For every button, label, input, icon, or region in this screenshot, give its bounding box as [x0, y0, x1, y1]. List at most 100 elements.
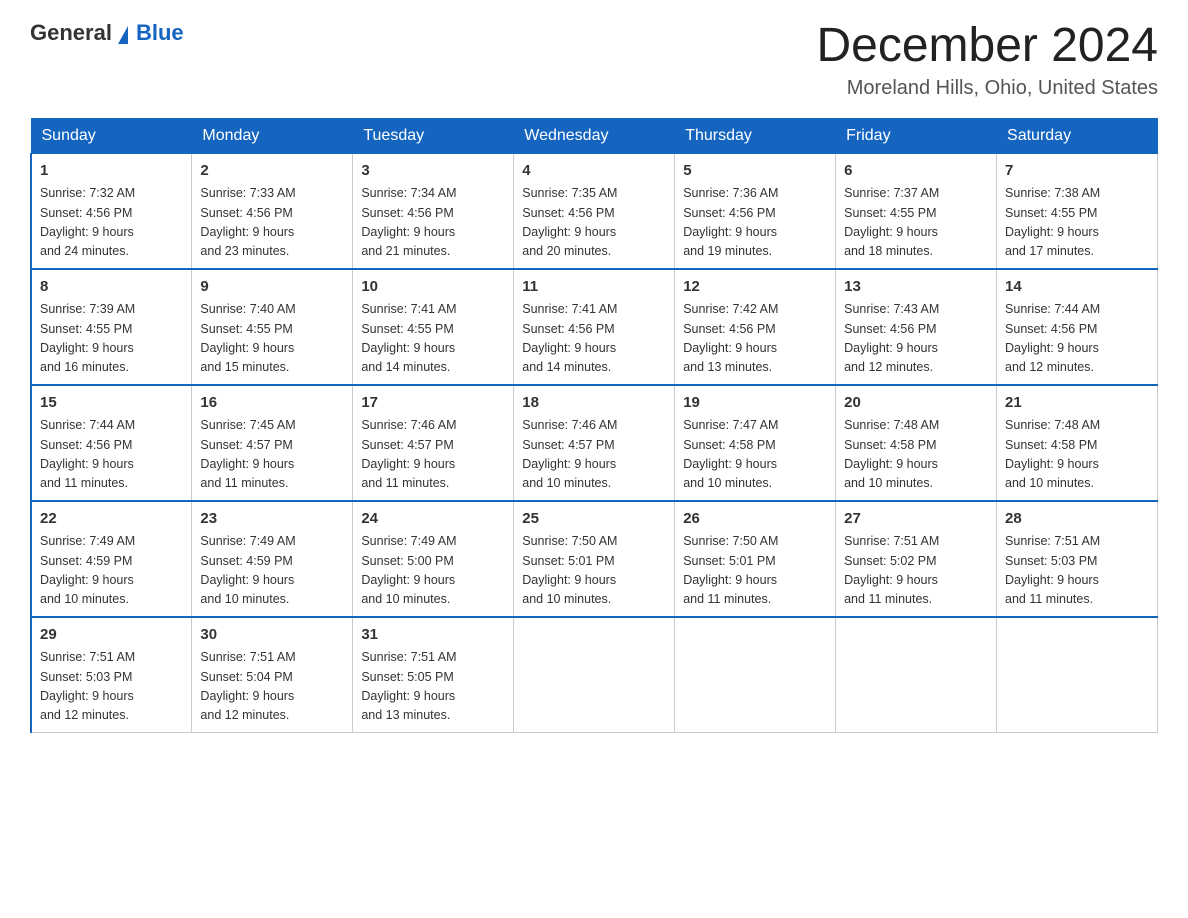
day-number: 31	[361, 624, 505, 647]
day-info: Sunrise: 7:46 AMSunset: 4:57 PMDaylight:…	[361, 416, 505, 494]
day-cell: 8Sunrise: 7:39 AMSunset: 4:55 PMDaylight…	[31, 269, 192, 385]
day-number: 27	[844, 508, 988, 531]
day-cell: 28Sunrise: 7:51 AMSunset: 5:03 PMDayligh…	[997, 501, 1158, 617]
day-info: Sunrise: 7:38 AMSunset: 4:55 PMDaylight:…	[1005, 184, 1149, 262]
day-number: 2	[200, 160, 344, 183]
day-number: 30	[200, 624, 344, 647]
day-number: 22	[40, 508, 183, 531]
day-cell: 31Sunrise: 7:51 AMSunset: 5:05 PMDayligh…	[353, 617, 514, 733]
day-number: 28	[1005, 508, 1149, 531]
day-cell: 17Sunrise: 7:46 AMSunset: 4:57 PMDayligh…	[353, 385, 514, 501]
day-cell	[514, 617, 675, 733]
day-cell	[836, 617, 997, 733]
day-cell: 12Sunrise: 7:42 AMSunset: 4:56 PMDayligh…	[675, 269, 836, 385]
day-number: 8	[40, 276, 183, 299]
day-info: Sunrise: 7:49 AMSunset: 4:59 PMDaylight:…	[200, 532, 344, 610]
day-info: Sunrise: 7:48 AMSunset: 4:58 PMDaylight:…	[844, 416, 988, 494]
day-number: 4	[522, 160, 666, 183]
header-tuesday: Tuesday	[353, 118, 514, 153]
header-sunday: Sunday	[31, 118, 192, 153]
calendar-table: SundayMondayTuesdayWednesdayThursdayFrid…	[30, 118, 1158, 733]
day-cell: 22Sunrise: 7:49 AMSunset: 4:59 PMDayligh…	[31, 501, 192, 617]
day-cell: 15Sunrise: 7:44 AMSunset: 4:56 PMDayligh…	[31, 385, 192, 501]
day-number: 25	[522, 508, 666, 531]
day-number: 29	[40, 624, 183, 647]
day-info: Sunrise: 7:51 AMSunset: 5:05 PMDaylight:…	[361, 648, 505, 726]
day-cell: 16Sunrise: 7:45 AMSunset: 4:57 PMDayligh…	[192, 385, 353, 501]
header-wednesday: Wednesday	[514, 118, 675, 153]
day-info: Sunrise: 7:34 AMSunset: 4:56 PMDaylight:…	[361, 184, 505, 262]
day-number: 18	[522, 392, 666, 415]
day-cell: 24Sunrise: 7:49 AMSunset: 5:00 PMDayligh…	[353, 501, 514, 617]
logo-text-blue: Blue	[136, 20, 184, 46]
day-number: 24	[361, 508, 505, 531]
day-cell: 25Sunrise: 7:50 AMSunset: 5:01 PMDayligh…	[514, 501, 675, 617]
day-info: Sunrise: 7:40 AMSunset: 4:55 PMDaylight:…	[200, 300, 344, 378]
day-info: Sunrise: 7:42 AMSunset: 4:56 PMDaylight:…	[683, 300, 827, 378]
day-info: Sunrise: 7:47 AMSunset: 4:58 PMDaylight:…	[683, 416, 827, 494]
day-info: Sunrise: 7:49 AMSunset: 5:00 PMDaylight:…	[361, 532, 505, 610]
day-cell: 3Sunrise: 7:34 AMSunset: 4:56 PMDaylight…	[353, 153, 514, 269]
header-row: SundayMondayTuesdayWednesdayThursdayFrid…	[31, 118, 1158, 153]
day-cell: 1Sunrise: 7:32 AMSunset: 4:56 PMDaylight…	[31, 153, 192, 269]
day-number: 13	[844, 276, 988, 299]
day-cell: 23Sunrise: 7:49 AMSunset: 4:59 PMDayligh…	[192, 501, 353, 617]
day-number: 17	[361, 392, 505, 415]
day-info: Sunrise: 7:44 AMSunset: 4:56 PMDaylight:…	[40, 416, 183, 494]
week-row-4: 22Sunrise: 7:49 AMSunset: 4:59 PMDayligh…	[31, 501, 1158, 617]
day-number: 15	[40, 392, 183, 415]
day-cell: 7Sunrise: 7:38 AMSunset: 4:55 PMDaylight…	[997, 153, 1158, 269]
day-number: 26	[683, 508, 827, 531]
day-number: 21	[1005, 392, 1149, 415]
logo-text-general: General	[30, 20, 112, 46]
day-info: Sunrise: 7:51 AMSunset: 5:04 PMDaylight:…	[200, 648, 344, 726]
day-info: Sunrise: 7:50 AMSunset: 5:01 PMDaylight:…	[683, 532, 827, 610]
day-number: 14	[1005, 276, 1149, 299]
day-cell: 30Sunrise: 7:51 AMSunset: 5:04 PMDayligh…	[192, 617, 353, 733]
day-info: Sunrise: 7:51 AMSunset: 5:03 PMDaylight:…	[40, 648, 183, 726]
day-cell: 11Sunrise: 7:41 AMSunset: 4:56 PMDayligh…	[514, 269, 675, 385]
day-number: 23	[200, 508, 344, 531]
header-thursday: Thursday	[675, 118, 836, 153]
day-cell: 21Sunrise: 7:48 AMSunset: 4:58 PMDayligh…	[997, 385, 1158, 501]
day-cell: 5Sunrise: 7:36 AMSunset: 4:56 PMDaylight…	[675, 153, 836, 269]
day-cell: 6Sunrise: 7:37 AMSunset: 4:55 PMDaylight…	[836, 153, 997, 269]
week-row-3: 15Sunrise: 7:44 AMSunset: 4:56 PMDayligh…	[31, 385, 1158, 501]
day-info: Sunrise: 7:51 AMSunset: 5:03 PMDaylight:…	[1005, 532, 1149, 610]
week-row-2: 8Sunrise: 7:39 AMSunset: 4:55 PMDaylight…	[31, 269, 1158, 385]
day-info: Sunrise: 7:41 AMSunset: 4:56 PMDaylight:…	[522, 300, 666, 378]
calendar-title: December 2024	[816, 20, 1158, 73]
day-info: Sunrise: 7:37 AMSunset: 4:55 PMDaylight:…	[844, 184, 988, 262]
day-cell: 29Sunrise: 7:51 AMSunset: 5:03 PMDayligh…	[31, 617, 192, 733]
day-cell: 14Sunrise: 7:44 AMSunset: 4:56 PMDayligh…	[997, 269, 1158, 385]
logo-triangle-icon	[118, 26, 128, 44]
logo: General Blue	[30, 20, 184, 46]
day-info: Sunrise: 7:44 AMSunset: 4:56 PMDaylight:…	[1005, 300, 1149, 378]
page-header: General Blue December 2024 Moreland Hill…	[30, 20, 1158, 100]
day-cell: 4Sunrise: 7:35 AMSunset: 4:56 PMDaylight…	[514, 153, 675, 269]
header-monday: Monday	[192, 118, 353, 153]
day-info: Sunrise: 7:45 AMSunset: 4:57 PMDaylight:…	[200, 416, 344, 494]
day-number: 16	[200, 392, 344, 415]
day-info: Sunrise: 7:46 AMSunset: 4:57 PMDaylight:…	[522, 416, 666, 494]
day-cell: 13Sunrise: 7:43 AMSunset: 4:56 PMDayligh…	[836, 269, 997, 385]
week-row-5: 29Sunrise: 7:51 AMSunset: 5:03 PMDayligh…	[31, 617, 1158, 733]
day-number: 20	[844, 392, 988, 415]
day-cell: 27Sunrise: 7:51 AMSunset: 5:02 PMDayligh…	[836, 501, 997, 617]
title-area: December 2024 Moreland Hills, Ohio, Unit…	[816, 20, 1158, 100]
day-cell: 2Sunrise: 7:33 AMSunset: 4:56 PMDaylight…	[192, 153, 353, 269]
day-info: Sunrise: 7:36 AMSunset: 4:56 PMDaylight:…	[683, 184, 827, 262]
header-friday: Friday	[836, 118, 997, 153]
day-info: Sunrise: 7:41 AMSunset: 4:55 PMDaylight:…	[361, 300, 505, 378]
week-row-1: 1Sunrise: 7:32 AMSunset: 4:56 PMDaylight…	[31, 153, 1158, 269]
day-number: 5	[683, 160, 827, 183]
day-info: Sunrise: 7:39 AMSunset: 4:55 PMDaylight:…	[40, 300, 183, 378]
day-number: 1	[40, 160, 183, 183]
day-cell: 18Sunrise: 7:46 AMSunset: 4:57 PMDayligh…	[514, 385, 675, 501]
day-cell: 9Sunrise: 7:40 AMSunset: 4:55 PMDaylight…	[192, 269, 353, 385]
day-cell: 10Sunrise: 7:41 AMSunset: 4:55 PMDayligh…	[353, 269, 514, 385]
day-number: 3	[361, 160, 505, 183]
calendar-subtitle: Moreland Hills, Ohio, United States	[816, 77, 1158, 100]
day-info: Sunrise: 7:49 AMSunset: 4:59 PMDaylight:…	[40, 532, 183, 610]
day-number: 11	[522, 276, 666, 299]
